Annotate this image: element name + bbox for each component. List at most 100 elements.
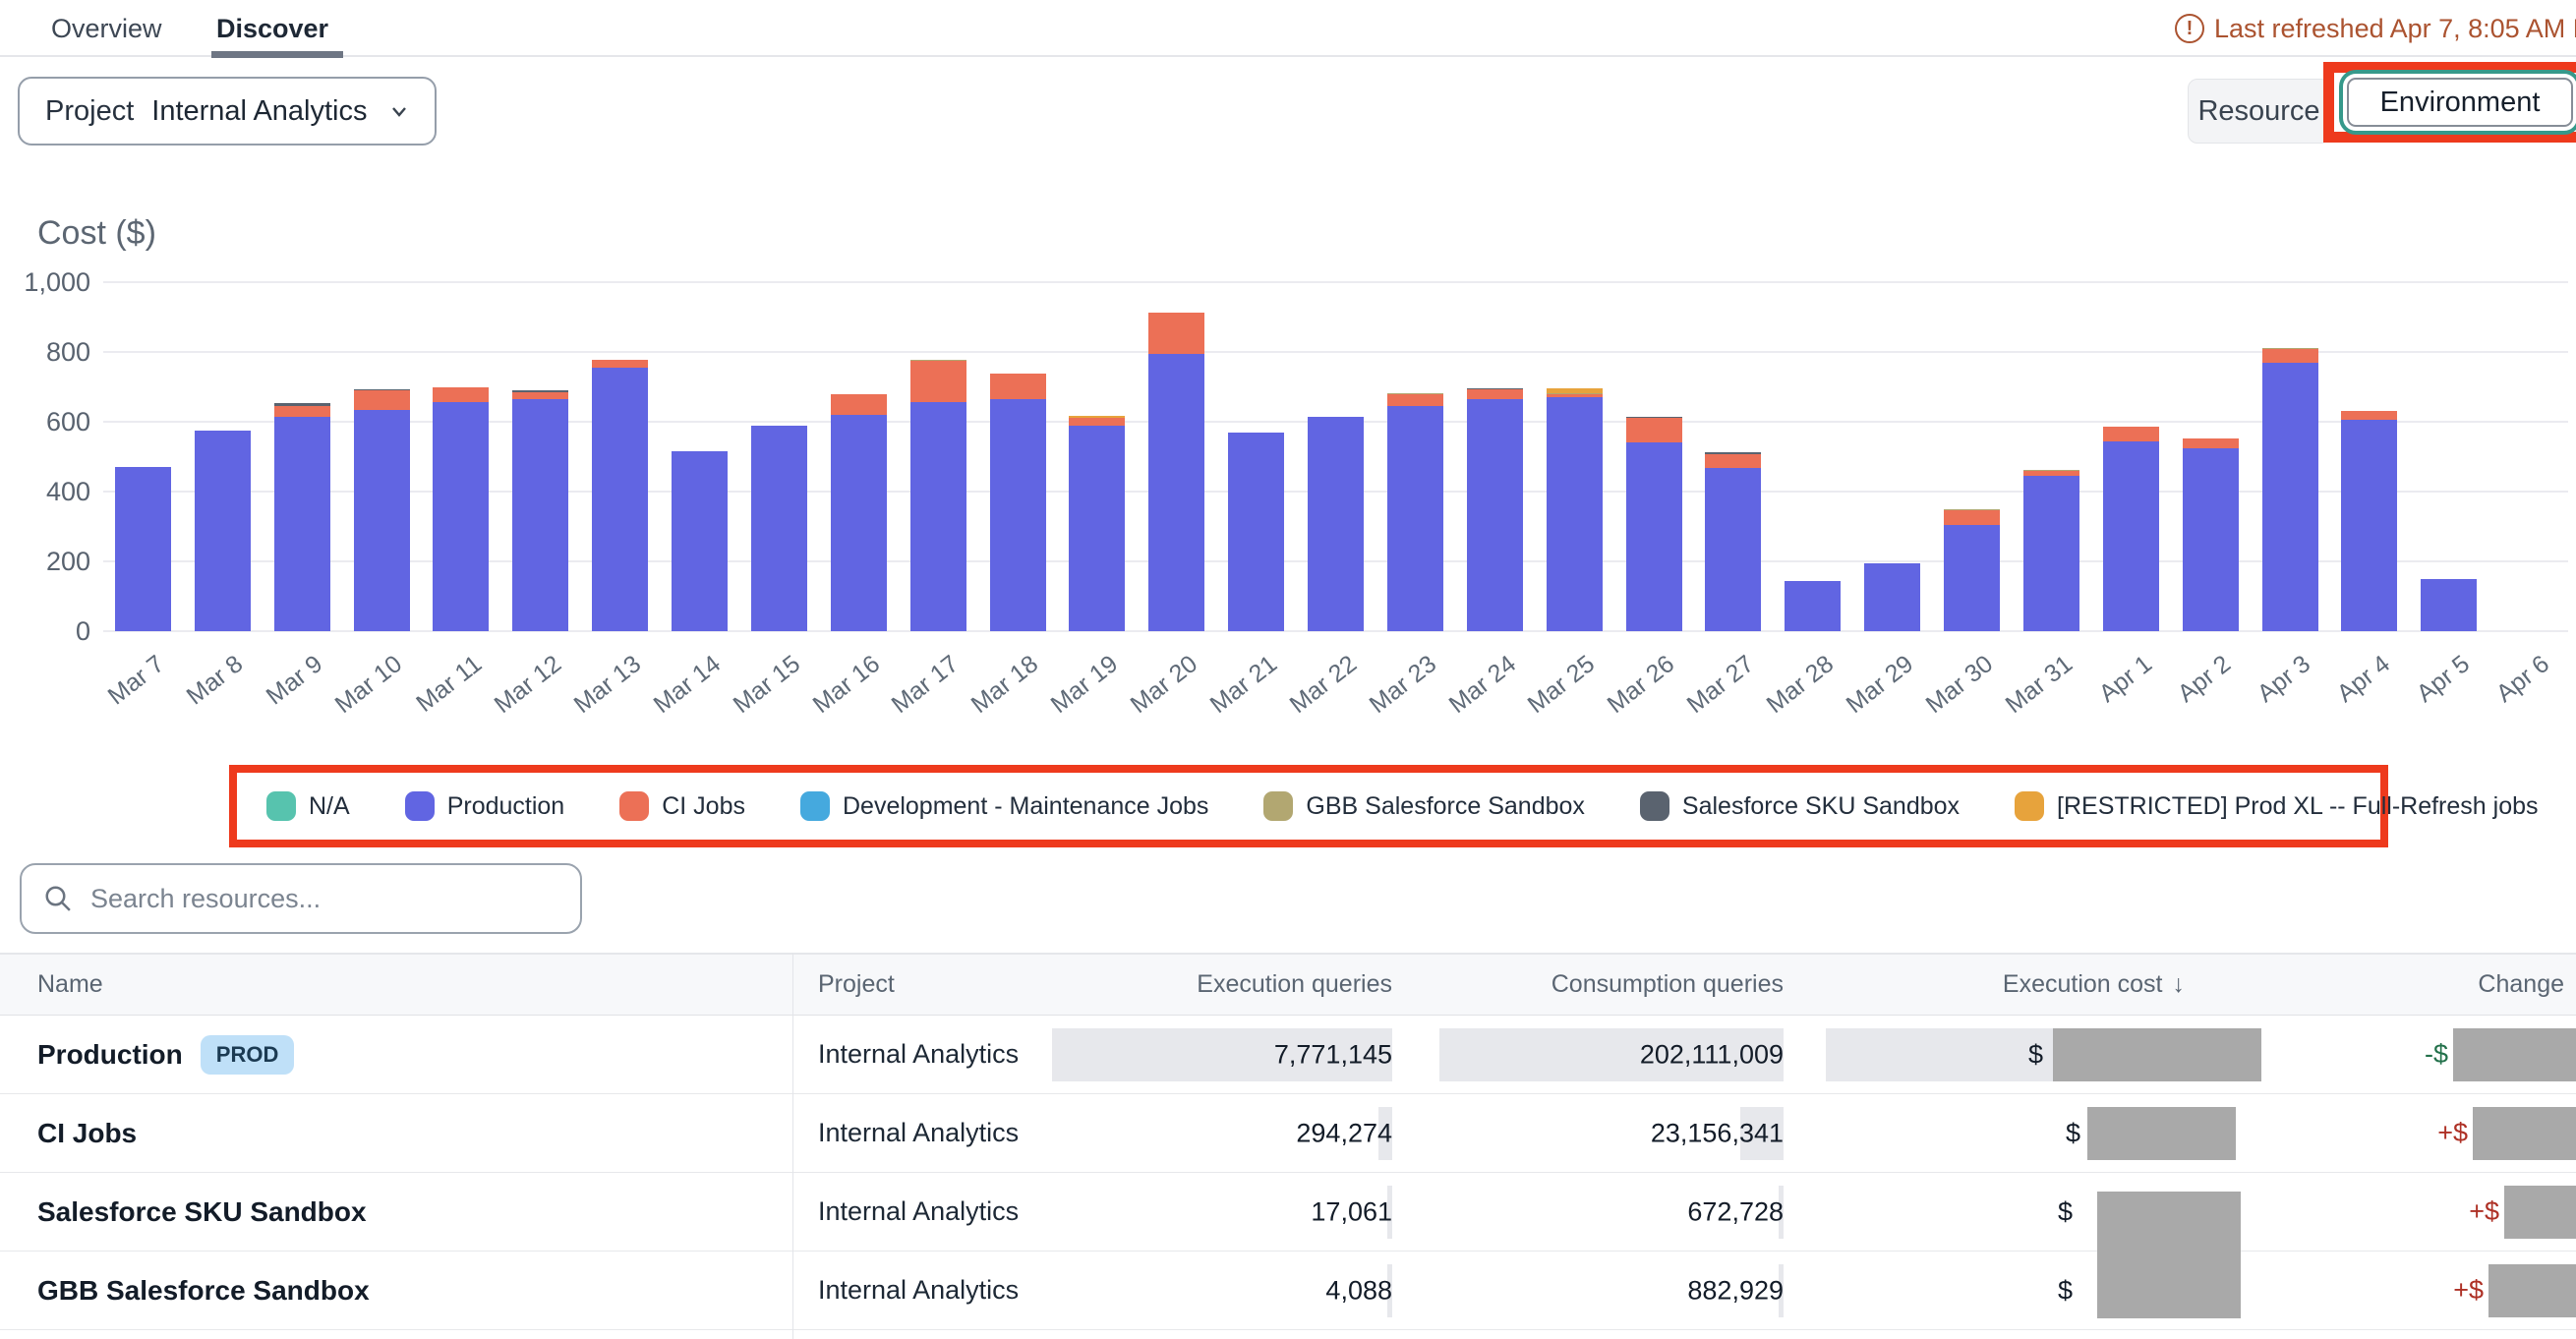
project-filter-dropdown[interactable]: Project Internal Analytics: [18, 77, 437, 146]
bar-slot-mar-21: [1216, 282, 1296, 631]
search-input[interactable]: [90, 884, 558, 914]
bar-segment: [831, 415, 887, 631]
bar-segment: [1705, 468, 1761, 631]
legend-swatch-icon: [405, 791, 435, 821]
x-axis-tick-label: Mar 16: [807, 650, 885, 720]
table-row-production[interactable]: ProductionPRODInternal Analytics7,771,14…: [0, 1016, 2576, 1094]
legend-swatch-icon: [1640, 791, 1669, 821]
legend-label: [RESTRICTED] Prod XL -- Full-Refresh job…: [2057, 792, 2538, 821]
x-axis-tick-label: Mar 10: [330, 650, 408, 720]
legend-item[interactable]: CI Jobs: [619, 791, 745, 821]
bar-segment: [195, 431, 251, 631]
bar-segment: [1069, 426, 1125, 631]
column-header-name[interactable]: Name: [0, 955, 792, 1015]
bar-segment: [910, 402, 966, 631]
x-axis-tick-label: Mar 25: [1523, 650, 1601, 720]
execution-queries-cell: 7,771,145: [1072, 1016, 1406, 1093]
cost-dollar-sign: $: [2066, 1118, 2080, 1148]
bar-segment: [2183, 448, 2239, 631]
column-header-consumption-queries[interactable]: Consumption queries: [1406, 955, 1789, 1015]
bar-segment: [2103, 441, 2159, 631]
cell-value: 672,728: [1687, 1196, 1784, 1227]
legend-swatch-icon: [619, 791, 649, 821]
x-axis-tick-label: Mar 14: [648, 650, 726, 720]
x-axis-tick-label: Mar 17: [887, 650, 965, 720]
y-axis-tick-label: 200: [8, 547, 90, 577]
project-cell: Internal Analytics: [792, 1016, 1072, 1093]
bar-slot-mar-27: [1694, 282, 1774, 631]
bar-segment: [1069, 418, 1125, 426]
x-axis-tick-label: Apr 6: [2491, 650, 2555, 709]
bar-slot-mar-7: [103, 282, 183, 631]
x-axis-tick-label: Mar 26: [1603, 650, 1680, 720]
legend-item[interactable]: Salesforce SKU Sandbox: [1640, 791, 1960, 821]
x-axis-tick-label: Mar 29: [1841, 650, 1918, 720]
change-sign: +$: [2453, 1275, 2484, 1306]
top-tab-bar: Overview Discover ! Last refreshed Apr 7…: [0, 0, 2576, 57]
legend-item[interactable]: Production: [405, 791, 565, 821]
bar-slot-mar-9: [263, 282, 342, 631]
consumption-queries-cell: 202,111,009: [1406, 1016, 1789, 1093]
bar-slot-mar-23: [1376, 282, 1455, 631]
project-filter-label: Project: [45, 95, 134, 128]
bar-segment: [2262, 363, 2318, 631]
legend-swatch-icon: [1263, 791, 1293, 821]
bar-segment: [2103, 427, 2159, 441]
legend-item[interactable]: Development - Maintenance Jobs: [800, 791, 1208, 821]
legend-item[interactable]: GBB Salesforce Sandbox: [1263, 791, 1585, 821]
bar-slot-apr-3: [2251, 282, 2330, 631]
column-header-execution-queries[interactable]: Execution queries: [1072, 955, 1406, 1015]
column-header-project[interactable]: Project: [792, 955, 1072, 1015]
x-axis-tick-label: Mar 31: [2000, 650, 2078, 720]
bar-segment: [2421, 579, 2477, 631]
legend-label: Development - Maintenance Jobs: [843, 792, 1208, 821]
table-row-ci-jobs[interactable]: CI JobsInternal Analytics294,27423,156,3…: [0, 1094, 2576, 1173]
column-header-execution-cost[interactable]: Execution cost ↓: [1789, 955, 2261, 1015]
table-header-row: NameProjectExecution queriesConsumption …: [0, 953, 2576, 1016]
legend-item[interactable]: N/A: [266, 791, 350, 821]
bar-slot-apr-6: [2488, 282, 2568, 631]
bar-segment: [910, 361, 966, 403]
x-axis-tick-label: Mar 13: [568, 650, 646, 720]
x-axis-tick-label: Mar 24: [1443, 650, 1521, 720]
bar-segment: [1148, 313, 1204, 354]
bar-segment: [1387, 394, 1443, 406]
bar-segment: [115, 467, 171, 631]
legend-item[interactable]: [RESTRICTED] Prod XL -- Full-Refresh job…: [2015, 791, 2538, 821]
tab-overview[interactable]: Overview: [51, 0, 162, 57]
alert-circle-icon: !: [2175, 14, 2204, 43]
bar-slot-apr-5: [2409, 282, 2488, 631]
bar-segment: [1944, 525, 2000, 631]
column-header-change[interactable]: Change: [2261, 955, 2576, 1015]
change-sign: +$: [2437, 1118, 2468, 1148]
x-axis-tick-label: Mar 21: [1204, 650, 1282, 720]
bar-segment: [672, 451, 728, 631]
cost-dollar-sign: $: [2058, 1196, 2073, 1227]
bar-slot-mar-20: [1137, 282, 1216, 631]
bar-slot-mar-24: [1455, 282, 1535, 631]
project-cell: Internal Analytics: [792, 1173, 1072, 1251]
bar-segment: [1785, 581, 1841, 631]
bar-slot-mar-13: [580, 282, 660, 631]
bar-slot-mar-10: [342, 282, 422, 631]
resource-toggle-button[interactable]: Resource: [2188, 79, 2330, 144]
project-filter-value: Internal Analytics: [151, 95, 367, 128]
bar-slot-mar-8: [183, 282, 263, 631]
search-resources-box: [20, 863, 582, 934]
bar-slot-apr-4: [2330, 282, 2410, 631]
legend-swatch-icon: [2015, 791, 2044, 821]
environment-toggle-button[interactable]: Environment: [2347, 78, 2573, 127]
resource-name: GBB Salesforce Sandbox: [37, 1275, 370, 1307]
bar-segment: [274, 406, 330, 417]
bar-segment: [990, 374, 1046, 399]
bar-segment: [1467, 389, 1523, 399]
x-axis-tick-label: Mar 11: [411, 650, 488, 719]
legend-label: GBB Salesforce Sandbox: [1306, 792, 1585, 821]
bar-slot-mar-15: [739, 282, 819, 631]
bar-segment: [1626, 442, 1682, 631]
bar-slot-apr-2: [2171, 282, 2251, 631]
bar-slot-mar-28: [1773, 282, 1852, 631]
x-axis-tick-label: Mar 30: [1920, 650, 1998, 720]
tab-discover[interactable]: Discover: [216, 0, 328, 57]
x-axis-tick-label: Apr 5: [2412, 650, 2476, 709]
